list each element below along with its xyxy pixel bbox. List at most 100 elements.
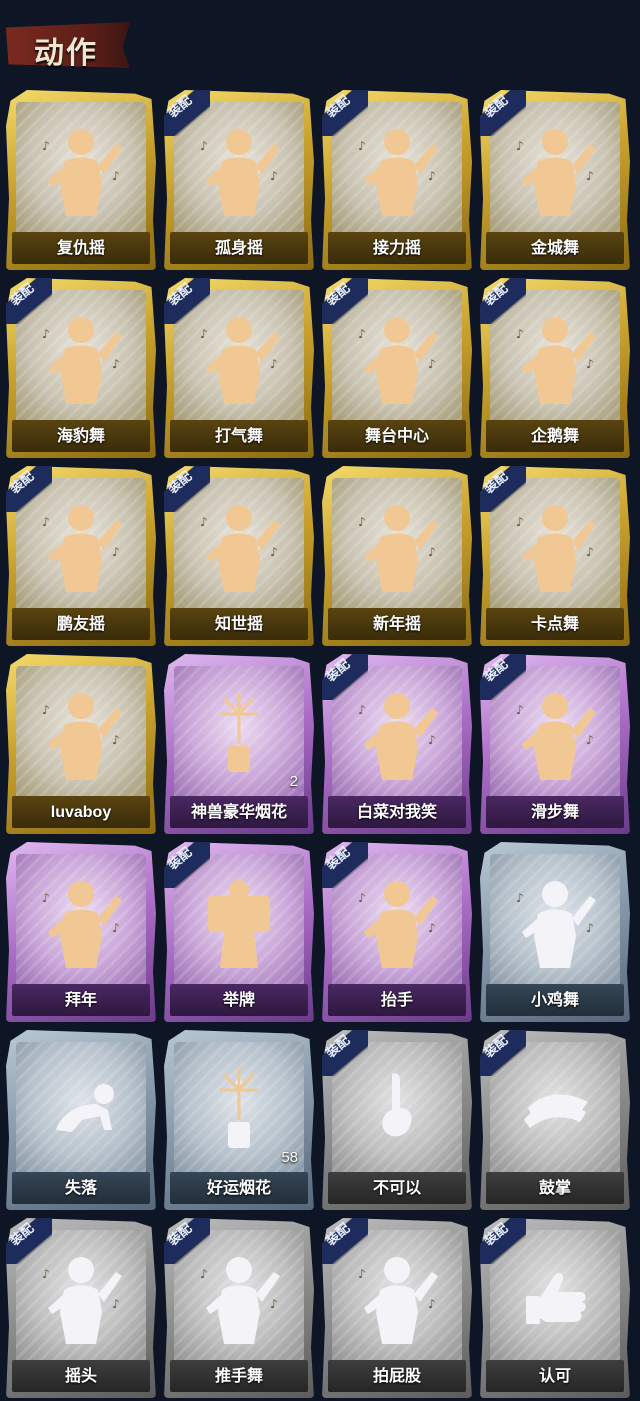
emote-card[interactable]: ♪ ♪ 新年摇 <box>322 466 472 646</box>
emote-name: 卡点舞 <box>530 616 579 633</box>
emote-card[interactable]: ♪ ♪ 摇头 装配 <box>6 1218 156 1398</box>
emote-name: 打气舞 <box>214 428 263 445</box>
svg-text:♪: ♪ <box>586 357 594 371</box>
svg-text:♪: ♪ <box>112 921 120 935</box>
emote-name: 孤身摇 <box>214 240 263 257</box>
svg-text:♪: ♪ <box>112 733 120 747</box>
emote-card[interactable]: ♪ ♪ 小鸡舞 <box>480 842 630 1022</box>
emote-card[interactable]: ♪ ♪ 知世摇 装配 <box>164 466 314 646</box>
svg-text:♪: ♪ <box>42 891 50 905</box>
emote-card[interactable]: ♪ ♪ 孤身摇 装配 <box>164 90 314 270</box>
svg-text:♪: ♪ <box>358 891 366 905</box>
svg-text:♪: ♪ <box>516 891 524 905</box>
emote-name: 推手舞 <box>214 1368 263 1385</box>
svg-text:♪: ♪ <box>428 357 436 371</box>
equipped-badge: 装配 <box>480 1030 526 1076</box>
svg-text:♪: ♪ <box>586 733 594 747</box>
svg-text:♪: ♪ <box>516 139 524 153</box>
emote-card[interactable]: ♪ ♪ 打气舞 装配 <box>164 278 314 458</box>
equipped-badge: 装配 <box>322 1030 368 1076</box>
emote-card[interactable]: ♪ ♪ 白菜对我笑 装配 <box>322 654 472 834</box>
item-count: 58 <box>281 1149 298 1166</box>
firework-icon <box>220 1068 258 1148</box>
emote-name: 接力摇 <box>372 240 421 257</box>
emote-card[interactable]: ♪ ♪ 企鹅舞 装配 <box>480 278 630 458</box>
svg-text:♪: ♪ <box>428 545 436 559</box>
svg-text:♪: ♪ <box>516 703 524 717</box>
emote-card[interactable]: 鼓掌 装配 <box>480 1030 630 1210</box>
emote-name: 举牌 <box>222 992 255 1009</box>
svg-text:♪: ♪ <box>270 357 278 371</box>
emote-name: 滑步舞 <box>530 804 579 821</box>
equipped-badge: 装配 <box>480 278 526 324</box>
svg-text:♪: ♪ <box>200 1267 208 1281</box>
svg-text:♪: ♪ <box>200 327 208 341</box>
svg-text:♪: ♪ <box>270 169 278 183</box>
svg-text:♪: ♪ <box>358 515 366 529</box>
emote-name: 企鹅舞 <box>530 428 579 445</box>
svg-text:♪: ♪ <box>112 545 120 559</box>
equipped-badge: 装配 <box>480 466 526 512</box>
emote-card[interactable]: 举牌 装配 <box>164 842 314 1022</box>
svg-text:♪: ♪ <box>270 1297 278 1311</box>
svg-text:♪: ♪ <box>516 515 524 529</box>
emote-card[interactable]: ♪ ♪ 抬手 装配 <box>322 842 472 1022</box>
emote-card[interactable]: 失落 <box>6 1030 156 1210</box>
equipped-badge: 装配 <box>322 842 368 888</box>
svg-text:♪: ♪ <box>112 1297 120 1311</box>
emote-name: 摇头 <box>64 1368 97 1385</box>
equipped-badge: 装配 <box>480 654 526 700</box>
equipped-badge: 装配 <box>164 1218 210 1264</box>
emote-name: 认可 <box>538 1368 571 1385</box>
emote-name: 不可以 <box>372 1180 421 1197</box>
emote-name: 拍屁股 <box>372 1368 421 1385</box>
emote-card[interactable]: ♪ ♪ 海豹舞 装配 <box>6 278 156 458</box>
emote-card[interactable]: ♪ ♪ 推手舞 装配 <box>164 1218 314 1398</box>
emote-name: 知世摇 <box>214 616 263 633</box>
bow-pose-icon: ♪♪ <box>42 881 122 968</box>
emote-name: 失落 <box>64 1180 97 1197</box>
emote-card[interactable]: 不可以 装配 <box>322 1030 472 1210</box>
equipped-badge: 装配 <box>164 842 210 888</box>
svg-text:♪: ♪ <box>200 139 208 153</box>
emote-card[interactable]: ♪ ♪ 鹏友摇 装配 <box>6 466 156 646</box>
emote-card[interactable]: ♪ ♪ 拜年 <box>6 842 156 1022</box>
dance-pose-icon: ♪♪ <box>42 693 122 780</box>
emote-name: 舞台中心 <box>364 428 429 445</box>
svg-text:♪: ♪ <box>586 921 594 935</box>
equipped-badge: 装配 <box>6 1218 52 1264</box>
dance-pose-icon: ♪♪ <box>42 129 122 216</box>
emote-card[interactable]: ♪ ♪ 卡点舞 装配 <box>480 466 630 646</box>
emote-card[interactable]: ♪ ♪ 金城舞 装配 <box>480 90 630 270</box>
emote-card[interactable]: 好运烟花 58 <box>164 1030 314 1210</box>
svg-text:♪: ♪ <box>586 169 594 183</box>
dance-pose-icon: ♪♪ <box>516 881 596 968</box>
equipped-badge: 装配 <box>164 278 210 324</box>
crawl-pose-icon <box>56 1084 114 1132</box>
svg-text:♪: ♪ <box>428 169 436 183</box>
equipped-badge: 装配 <box>6 466 52 512</box>
emote-name: 鼓掌 <box>538 1180 571 1197</box>
emote-card[interactable]: ♪ ♪ 拍屁股 装配 <box>322 1218 472 1398</box>
equipped-badge: 装配 <box>6 278 52 324</box>
emote-name: 神兽豪华烟花 <box>190 804 287 821</box>
svg-text:♪: ♪ <box>112 169 120 183</box>
emote-card[interactable]: ♪ ♪ 接力摇 装配 <box>322 90 472 270</box>
emote-name: luvaboy <box>50 804 112 821</box>
emote-card[interactable]: 神兽豪华烟花 2 <box>164 654 314 834</box>
equipped-badge: 装配 <box>322 90 368 136</box>
page-title: 动作 <box>34 37 98 70</box>
emote-card[interactable]: ♪ ♪ 滑步舞 装配 <box>480 654 630 834</box>
emote-name: 复仇摇 <box>56 240 105 257</box>
svg-text:♪: ♪ <box>112 357 120 371</box>
emote-card[interactable]: ♪ ♪ 复仇摇 <box>6 90 156 270</box>
svg-text:♪: ♪ <box>358 703 366 717</box>
svg-text:♪: ♪ <box>42 703 50 717</box>
emote-grid: ♪ ♪ 复仇摇 ♪ ♪ 孤身摇 装配 ♪ ♪ 接力摇 装配 ♪ ♪ 金城舞 装配 ♪ ♪ 海豹舞 装配 ♪ ♪ 打气舞 装配… <box>6 90 630 1398</box>
svg-text:♪: ♪ <box>586 545 594 559</box>
emote-name: 好运烟花 <box>206 1180 271 1197</box>
emote-card[interactable]: ♪ ♪ luvaboy <box>6 654 156 834</box>
svg-text:♪: ♪ <box>42 1267 50 1281</box>
emote-card[interactable]: 认可 装配 <box>480 1218 630 1398</box>
emote-card[interactable]: ♪ ♪ 舞台中心 装配 <box>322 278 472 458</box>
